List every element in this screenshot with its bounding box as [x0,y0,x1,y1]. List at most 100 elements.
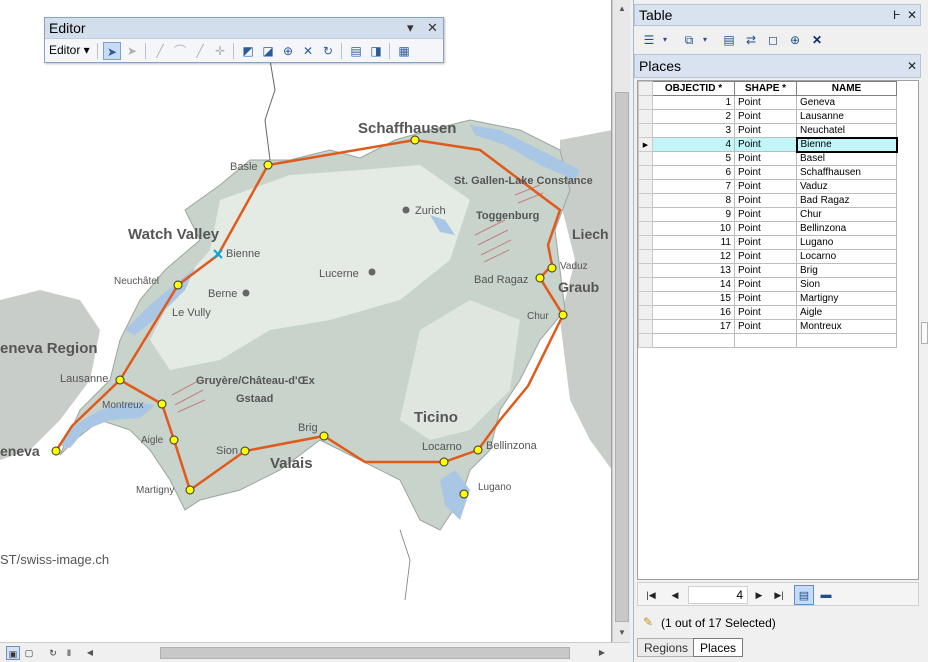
attribute-grid[interactable]: OBJECTID * SHAPE * NAME 1 Point Geneva 2 Poi… [637,80,919,580]
clear-selection-icon[interactable]: ◻ [764,31,782,49]
cell-shape[interactable]: Point [734,151,797,166]
table-row[interactable]: 13 Point Brig [638,263,897,278]
refresh-icon[interactable]: ↻ [46,646,60,660]
row-selector[interactable] [638,277,653,292]
row-selector[interactable] [638,151,653,166]
cell-name[interactable]: Sion [796,277,897,292]
row-selector[interactable] [638,305,653,320]
cell-oid[interactable]: 8 [652,193,735,208]
cell-oid[interactable]: 9 [652,207,735,222]
places-close-icon[interactable]: ✕ [907,59,917,73]
show-all-records-icon[interactable]: ▤ [794,585,814,605]
annotation-edit-icon[interactable]: ➤ [123,42,141,60]
cell-oid[interactable]: 10 [652,221,735,236]
column-header-name[interactable]: NAME [796,81,897,96]
scroll-right-icon[interactable]: ▶ [594,645,610,661]
cell-name[interactable]: Montreux [796,319,897,334]
edit-tool-icon[interactable]: ➤ [103,42,121,60]
cell-oid[interactable]: 5 [652,151,735,166]
empty-cell[interactable] [652,333,735,348]
row-selector[interactable] [638,291,653,306]
cell-shape[interactable]: Point [734,165,797,180]
cell-shape[interactable]: Point [734,319,797,334]
layout-view-icon[interactable]: ▢ [22,646,36,660]
table-row[interactable]: 1 Point Geneva [638,95,897,110]
row-pointer-icon[interactable]: ▶ [638,137,653,152]
cell-name[interactable]: Brig [796,263,897,278]
places-tab-header[interactable]: Places ✕ [634,54,921,78]
cell-name[interactable]: Neuchatel [796,123,897,138]
cell-name[interactable]: Geneva [796,95,897,110]
horizontal-scroll-thumb[interactable] [160,647,570,659]
tab-regions[interactable]: Regions [637,638,696,657]
reshape-icon[interactable]: ◪ [259,42,277,60]
cell-shape[interactable]: Point [734,277,797,292]
cell-shape[interactable]: Point [734,207,797,222]
table-row[interactable]: 14 Point Sion [638,277,897,292]
cell-shape[interactable]: Point [734,291,797,306]
row-selector[interactable] [638,263,653,278]
data-view-icon[interactable]: ▣ [6,646,20,660]
cell-shape[interactable]: Point [734,109,797,124]
column-header-objectid[interactable]: OBJECTID * [652,81,735,96]
cell-name[interactable]: Aigle [796,305,897,320]
cut-polygons-icon[interactable]: ✕ [299,42,317,60]
cell-oid[interactable]: 11 [652,235,735,250]
table-row[interactable]: 11 Point Lugano [638,235,897,250]
current-record-field[interactable]: 4 [688,586,748,604]
table-row[interactable]: 7 Point Vaduz [638,179,897,194]
map-view[interactable]: Schaffhausen Basle Zurich St. Gallen-Lak… [0,0,612,642]
map-horizontal-scrollbar[interactable]: ◀ ▶ [82,645,612,661]
delete-selected-icon[interactable]: ✕ [808,31,826,49]
side-dock-handle[interactable] [921,322,928,344]
split-icon[interactable]: ⊕ [279,42,297,60]
cell-oid[interactable]: 6 [652,165,735,180]
cell-shape[interactable]: Point [734,305,797,320]
cell-oid[interactable]: 17 [652,319,735,334]
row-selector[interactable] [638,109,653,124]
cell-oid[interactable]: 14 [652,277,735,292]
pause-drawing-icon[interactable]: Ⅱ [62,646,76,660]
cell-oid[interactable]: 16 [652,305,735,320]
row-selector[interactable] [638,179,653,194]
next-record-icon[interactable]: ▶ [752,588,766,602]
table-row-empty[interactable] [638,333,897,348]
editor-titlebar[interactable]: Editor ▾ ✕ [45,18,443,38]
trace-tool-icon[interactable]: ╱ [191,42,209,60]
pin-icon[interactable]: Ⱶ [893,8,900,22]
cell-name[interactable]: Basel [796,151,897,166]
table-row[interactable]: 12 Point Locarno [638,249,897,264]
table-row[interactable]: 8 Point Bad Ragaz [638,193,897,208]
edit-vertices-icon[interactable]: ◩ [239,42,257,60]
switch-selection-icon[interactable]: ⇄ [742,31,760,49]
table-row[interactable]: 17 Point Montreux [638,319,897,334]
point-tool-icon[interactable]: ✛ [211,42,229,60]
cell-name[interactable]: Locarno [796,249,897,264]
cell-name[interactable]: Bienne [795,136,898,153]
cell-oid[interactable]: 4 [652,137,735,152]
cell-shape[interactable]: Point [734,235,797,250]
table-row[interactable]: 16 Point Aigle [638,305,897,320]
cell-name[interactable]: Lausanne [796,109,897,124]
editor-toolbar[interactable]: Editor ▾ ✕ Editor ▾ ➤ ➤ ╱ ⌒ ╱ ✛ ◩ ◪ ⊕ ✕ … [44,17,444,63]
scroll-down-icon[interactable]: ▼ [613,624,631,642]
toolbar-options-icon[interactable]: ▾ [407,20,414,36]
attributes-icon[interactable]: ▤ [347,42,365,60]
cell-shape[interactable]: Point [734,263,797,278]
row-selector[interactable] [638,207,653,222]
cell-oid[interactable]: 15 [652,291,735,306]
table-row[interactable]: 6 Point Schaffhausen [638,165,897,180]
cell-name[interactable]: Bad Ragaz [796,193,897,208]
cell-shape[interactable]: Point [734,95,797,110]
related-tables-dropdown-icon[interactable]: ▾ [696,31,714,49]
cell-shape[interactable]: Point [734,221,797,236]
zoom-to-selected-icon[interactable]: ⊕ [786,31,804,49]
row-selector[interactable] [638,221,653,236]
table-row[interactable]: 9 Point Chur [638,207,897,222]
row-selector[interactable] [638,319,653,334]
empty-cell[interactable] [796,333,897,348]
cell-shape[interactable]: Point [734,193,797,208]
cell-oid[interactable]: 2 [652,109,735,124]
cell-oid[interactable]: 7 [652,179,735,194]
arc-segment-icon[interactable]: ⌒ [171,42,189,60]
